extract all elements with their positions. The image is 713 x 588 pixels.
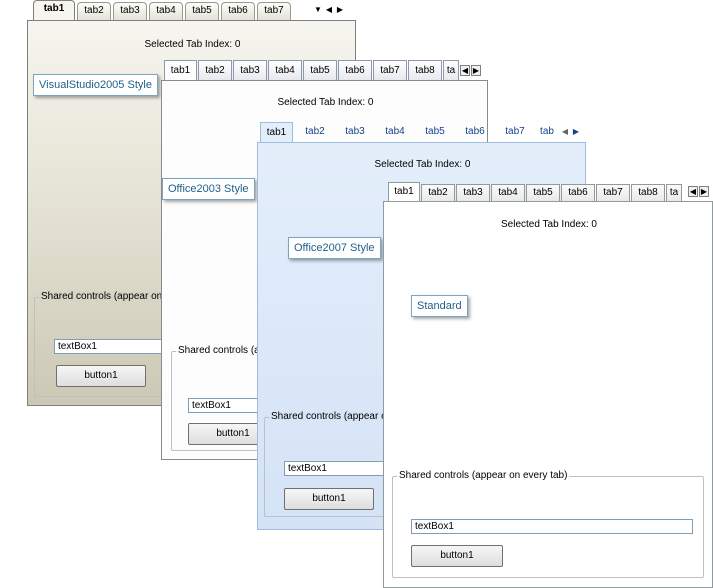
tab-4[interactable]: tab4 bbox=[377, 122, 413, 142]
tab-7[interactable]: tab7 bbox=[257, 2, 291, 20]
tabstrip: tab1 tab2 tab3 tab4 tab5 tab6 tab7 ▼ ◀ ▶ bbox=[27, 0, 356, 21]
tabstrip: tab1 tab2 tab3 tab4 tab5 tab6 tab7 tab8 … bbox=[161, 60, 488, 81]
tab-2[interactable]: tab2 bbox=[297, 122, 333, 142]
tab-3[interactable]: tab3 bbox=[456, 184, 490, 201]
tab-2[interactable]: tab2 bbox=[77, 2, 111, 20]
tab-scroll-buttons: ◀ ▶ bbox=[560, 127, 581, 138]
tab-4[interactable]: tab4 bbox=[149, 2, 183, 20]
tab-6[interactable]: tab6 bbox=[338, 60, 372, 80]
tab-3[interactable]: tab3 bbox=[233, 60, 267, 80]
tab-5[interactable]: tab5 bbox=[185, 2, 219, 20]
scroll-right-icon[interactable]: ▶ bbox=[699, 186, 709, 197]
textbox1[interactable]: textBox1 bbox=[411, 519, 693, 534]
tab-5[interactable]: tab5 bbox=[526, 184, 560, 201]
tab-9-partial[interactable]: ta bbox=[666, 184, 682, 201]
scroll-left-icon[interactable]: ◀ bbox=[560, 127, 570, 138]
tabstrip: tab1 tab2 tab3 tab4 tab5 tab6 tab7 tab8 … bbox=[383, 182, 713, 202]
tab-7[interactable]: tab7 bbox=[373, 60, 407, 80]
scroll-left-icon[interactable]: ◀ bbox=[460, 65, 470, 76]
group-legend: Shared controls (appear o bbox=[269, 411, 389, 422]
tab-5[interactable]: tab5 bbox=[417, 122, 453, 142]
tab-3[interactable]: tab3 bbox=[113, 2, 147, 20]
tab-8[interactable]: tab8 bbox=[631, 184, 665, 201]
tab-scroll-buttons: ▼ ◀ ▶ bbox=[313, 5, 345, 16]
selected-tab-index-label: Selected Tab Index: 0 bbox=[144, 39, 241, 50]
scroll-right-icon[interactable]: ▶ bbox=[335, 5, 345, 16]
tab-7[interactable]: tab7 bbox=[596, 184, 630, 201]
scroll-right-icon[interactable]: ▶ bbox=[571, 127, 581, 138]
button1[interactable]: button1 bbox=[284, 488, 374, 510]
tab-scroll-buttons: ◀ ▶ bbox=[460, 65, 481, 76]
group-legend: Shared controls (appear on every tab) bbox=[397, 470, 570, 481]
tab-4[interactable]: tab4 bbox=[268, 60, 302, 80]
button1[interactable]: button1 bbox=[56, 365, 146, 387]
tab-6[interactable]: tab6 bbox=[561, 184, 595, 201]
group-legend: Shared controls (ap bbox=[176, 345, 268, 356]
tabstrip: tab1 tab2 tab3 tab4 tab5 tab6 tab7 tab ◀… bbox=[257, 122, 586, 143]
tab-1[interactable]: tab1 bbox=[164, 60, 197, 81]
style-label: Standard bbox=[411, 295, 468, 317]
tab-2[interactable]: tab2 bbox=[421, 184, 455, 201]
tab-9-partial[interactable]: ta bbox=[443, 60, 459, 80]
scroll-left-icon[interactable]: ◀ bbox=[688, 186, 698, 197]
tab-8[interactable]: tab8 bbox=[408, 60, 442, 80]
tab-1[interactable]: tab1 bbox=[260, 122, 293, 143]
scroll-right-icon[interactable]: ▶ bbox=[471, 65, 481, 76]
tabcontrol-standard: tab1 tab2 tab3 tab4 tab5 tab6 tab7 tab8 … bbox=[383, 182, 713, 588]
selected-tab-index-label: Selected Tab Index: 0 bbox=[374, 159, 471, 170]
scroll-left-icon[interactable]: ◀ bbox=[324, 5, 334, 16]
selected-tab-index-label: Selected Tab Index: 0 bbox=[277, 97, 374, 108]
tab-1[interactable]: tab1 bbox=[33, 0, 75, 21]
style-label: Office2007 Style bbox=[288, 237, 381, 259]
tab-scroll-buttons: ◀ ▶ bbox=[688, 186, 709, 197]
style-label: VisualStudio2005 Style bbox=[33, 74, 158, 96]
tab-7[interactable]: tab7 bbox=[497, 122, 533, 142]
tab-2[interactable]: tab2 bbox=[198, 60, 232, 80]
style-label: Office2003 Style bbox=[162, 178, 255, 200]
tab-6[interactable]: tab6 bbox=[457, 122, 493, 142]
tab-4[interactable]: tab4 bbox=[491, 184, 525, 201]
tab-8-partial[interactable]: tab bbox=[537, 122, 557, 142]
group-legend: Shared controls (appear on bbox=[39, 291, 165, 302]
tab-5[interactable]: tab5 bbox=[303, 60, 337, 80]
tab-3[interactable]: tab3 bbox=[337, 122, 373, 142]
button1[interactable]: button1 bbox=[411, 545, 503, 567]
selected-tab-index-label: Selected Tab Index: 0 bbox=[501, 219, 597, 230]
tab-6[interactable]: tab6 bbox=[221, 2, 255, 20]
tab-page: Selected Tab Index: 0 Standard Shared co… bbox=[383, 201, 713, 588]
tab-1[interactable]: tab1 bbox=[388, 182, 420, 202]
dropdown-arrow-icon[interactable]: ▼ bbox=[313, 5, 323, 16]
